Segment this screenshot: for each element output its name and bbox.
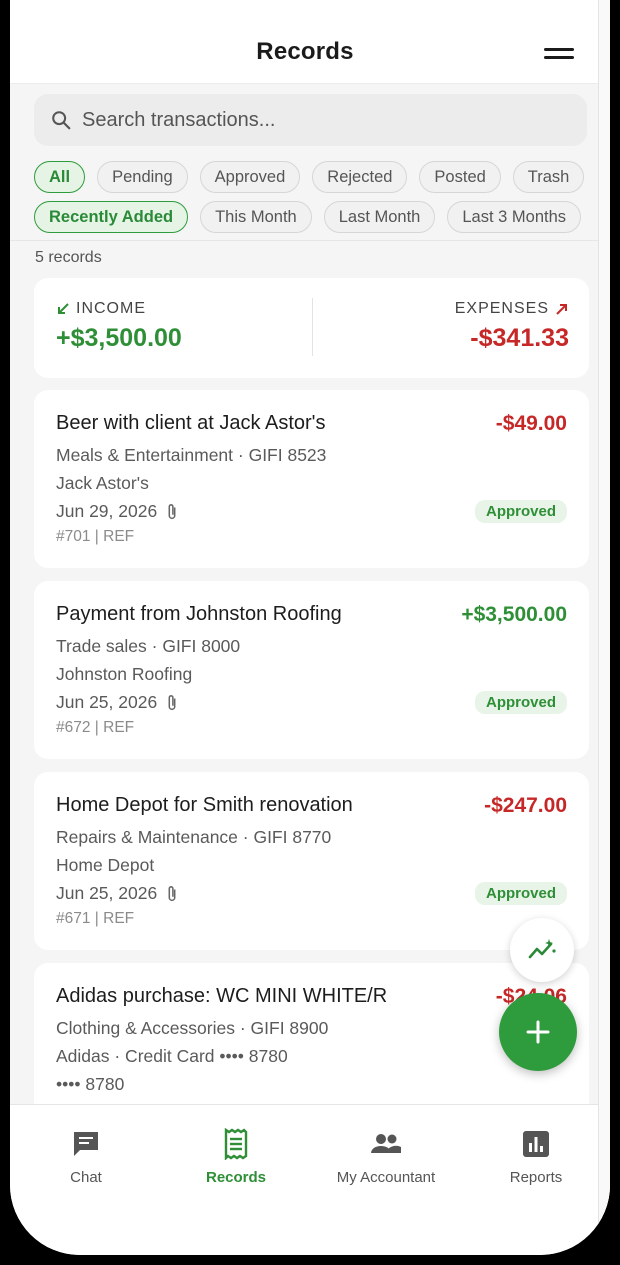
record-category: Repairs & Maintenance · GIFI 8770 [56, 827, 332, 847]
bottom-tab-bar: Chat Records My Accountant Reports [10, 1104, 610, 1255]
app-header: Records [10, 0, 600, 84]
record-title: Payment from Johnston Roofing [56, 603, 342, 625]
filter-chip-trash[interactable]: Trash [512, 161, 585, 193]
filter-chip-all[interactable]: All [34, 161, 86, 193]
record-date: Jun 29, 2026 [56, 501, 158, 521]
record-ref: #672 | REF [56, 719, 135, 736]
filter-chip-recently-added[interactable]: Recently Added [34, 201, 189, 233]
record-ref: #671 | REF [56, 910, 135, 927]
filter-chip-posted[interactable]: Posted [419, 161, 501, 193]
filter-chip-last-month[interactable]: Last Month [323, 201, 436, 233]
tab-label: Records [205, 1169, 267, 1186]
record-title: Home Depot for Smith renovation [56, 794, 353, 816]
record-vendor: Jack Astor's [56, 473, 149, 493]
record-category: Clothing & Accessories · GIFI 8900 [56, 1018, 329, 1038]
summary-divider [312, 298, 313, 356]
tab-reports[interactable]: Reports [471, 1127, 601, 1186]
arrow-up-right-icon [556, 304, 567, 315]
tab-my-accountant[interactable]: My Accountant [321, 1127, 451, 1186]
record-card-number: •••• 8780 [56, 1074, 125, 1094]
status-badge: Approved [474, 882, 567, 905]
record-vendor: Adidas · Credit Card •••• 8780 [56, 1046, 288, 1066]
tab-records[interactable]: Records [171, 1127, 301, 1186]
edge-panel [598, 0, 610, 1255]
expenses-value: -$341.33 [470, 324, 569, 352]
income-summary: INCOME +$3,500.00 [56, 300, 182, 353]
bar-chart-icon [523, 1131, 549, 1157]
page-title: Records [256, 38, 354, 65]
record-title: Adidas purchase: WC MINI WHITE/R [56, 985, 388, 1007]
record-amount: -$49.00 [495, 412, 567, 435]
record-category: Meals & Entertainment · GIFI 8523 [56, 445, 327, 465]
record-category: Trade sales · GIFI 8000 [56, 636, 241, 656]
records-content: All Pending Approved Rejected Posted Tra… [10, 84, 600, 1123]
income-label: INCOME [76, 300, 146, 317]
record-amount: -$247.00 [484, 794, 567, 817]
people-icon [371, 1134, 401, 1153]
filter-chip-this-month[interactable]: This Month [200, 201, 312, 233]
expenses-summary: EXPENSES -$341.33 [455, 300, 569, 353]
record-vendor: Home Depot [56, 855, 155, 875]
record-card[interactable]: Home Depot for Smith renovation -$247.00… [34, 772, 589, 950]
add-record-button[interactable] [499, 993, 577, 1071]
records-count: 5 records [10, 240, 600, 280]
status-badge: Approved [474, 500, 567, 523]
arrow-down-left-icon [58, 303, 69, 314]
record-date: Jun 25, 2026 [56, 883, 158, 903]
app-screen: Records All Pending Approved Rejected Po… [10, 0, 610, 1255]
filter-chip-pending[interactable]: Pending [97, 161, 188, 193]
paperclip-icon [165, 694, 179, 712]
paperclip-icon [165, 885, 179, 903]
expenses-label: EXPENSES [454, 300, 549, 317]
menu-icon-line [544, 56, 574, 59]
sparkle-trend-icon [528, 939, 556, 959]
record-vendor: Johnston Roofing [56, 664, 193, 684]
record-card[interactable]: Payment from Johnston Roofing +$3,500.00… [34, 581, 589, 759]
record-date: Jun 25, 2026 [56, 692, 158, 712]
tab-chat[interactable]: Chat [21, 1127, 151, 1186]
record-title: Beer with client at Jack Astor's [56, 412, 326, 434]
status-filter-row: All Pending Approved Rejected Posted Tra… [34, 161, 585, 193]
chat-icon [74, 1132, 98, 1156]
summary-card: INCOME +$3,500.00 EXPENSES -$341.33 [34, 278, 589, 378]
phone-frame: Records All Pending Approved Rejected Po… [0, 0, 620, 1265]
filter-chip-approved[interactable]: Approved [199, 161, 301, 193]
tab-label: Reports [509, 1169, 563, 1186]
filter-chip-last-3-months[interactable]: Last 3 Months [447, 201, 581, 233]
status-badge: Approved [474, 691, 567, 714]
receipt-icon [224, 1128, 248, 1160]
search-input[interactable] [82, 108, 562, 132]
record-card[interactable]: Beer with client at Jack Astor's -$49.00… [34, 390, 589, 568]
filter-chip-rejected[interactable]: Rejected [312, 161, 408, 193]
tab-label: Chat [70, 1169, 102, 1186]
plus-icon [526, 1020, 550, 1044]
menu-button[interactable] [544, 48, 574, 64]
search-icon [52, 111, 71, 130]
paperclip-icon [165, 503, 179, 521]
record-amount: +$3,500.00 [461, 603, 567, 626]
menu-icon [544, 48, 574, 51]
insights-button[interactable] [510, 918, 574, 982]
search-bar[interactable] [34, 94, 587, 146]
record-ref: #701 | REF [56, 528, 135, 545]
income-value: +$3,500.00 [56, 324, 182, 352]
period-filter-row: Recently Added This Month Last Month Las… [34, 201, 581, 233]
tab-label: My Accountant [336, 1169, 436, 1186]
